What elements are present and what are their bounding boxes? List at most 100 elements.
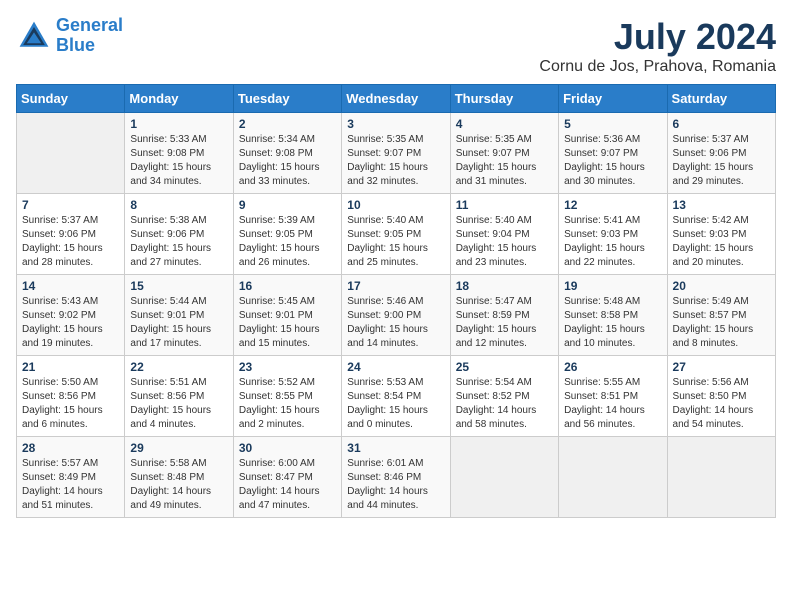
day-cell-3-4: 25 Sunrise: 5:54 AM Sunset: 8:52 PM Dayli…: [450, 356, 558, 437]
day-info: Sunrise: 5:54 AM Sunset: 8:52 PM Dayligh…: [456, 376, 553, 432]
day-cell-4-5: [559, 437, 667, 518]
logo: General Blue: [16, 16, 123, 56]
day-cell-4-1: 29 Sunrise: 5:58 AM Sunset: 8:48 PM Dayli…: [125, 437, 233, 518]
day-number: 24: [347, 360, 444, 374]
week-row-1: 1 Sunrise: 5:33 AM Sunset: 9:08 PM Daylig…: [17, 113, 776, 194]
day-number: 21: [22, 360, 119, 374]
day-cell-1-2: 9Sunrise: 5:39 AM Sunset: 9:05 PM Daylig…: [233, 194, 341, 275]
header-wednesday: Wednesday: [342, 85, 450, 113]
day-info: Sunrise: 5:35 AM Sunset: 9:07 PM Dayligh…: [347, 133, 444, 189]
header-saturday: Saturday: [667, 85, 775, 113]
day-info: Sunrise: 5:45 AM Sunset: 9:01 PM Dayligh…: [239, 295, 336, 351]
day-cell-2-4: 18Sunrise: 5:47 AM Sunset: 8:59 PM Dayli…: [450, 275, 558, 356]
logo-icon: [16, 18, 52, 54]
day-cell-3-6: 27 Sunrise: 5:56 AM Sunset: 8:50 PM Dayli…: [667, 356, 775, 437]
day-number: 29: [130, 441, 227, 455]
day-cell-0-2: 2 Sunrise: 5:34 AM Sunset: 9:08 PM Daylig…: [233, 113, 341, 194]
header-thursday: Thursday: [450, 85, 558, 113]
day-cell-2-0: 14Sunrise: 5:43 AM Sunset: 9:02 PM Dayli…: [17, 275, 125, 356]
day-cell-1-5: 12 Sunrise: 5:41 AM Sunset: 9:03 PM Dayli…: [559, 194, 667, 275]
day-info: Sunrise: 5:35 AM Sunset: 9:07 PM Dayligh…: [456, 133, 553, 189]
day-number: 22: [130, 360, 227, 374]
day-number: 13: [673, 198, 770, 212]
day-cell-1-4: 11 Sunrise: 5:40 AM Sunset: 9:04 PM Dayli…: [450, 194, 558, 275]
day-info: Sunrise: 5:55 AM Sunset: 8:51 PM Dayligh…: [564, 376, 661, 432]
day-number: 1: [130, 117, 227, 131]
day-info: Sunrise: 5:53 AM Sunset: 8:54 PM Dayligh…: [347, 376, 444, 432]
day-cell-4-2: 30Sunrise: 6:00 AM Sunset: 8:47 PM Dayli…: [233, 437, 341, 518]
day-cell-0-1: 1 Sunrise: 5:33 AM Sunset: 9:08 PM Daylig…: [125, 113, 233, 194]
day-cell-0-5: 5 Sunrise: 5:36 AM Sunset: 9:07 PM Daylig…: [559, 113, 667, 194]
day-info: Sunrise: 5:52 AM Sunset: 8:55 PM Dayligh…: [239, 376, 336, 432]
calendar-table: Sunday Monday Tuesday Wednesday Thursday…: [16, 84, 776, 518]
day-number: 23: [239, 360, 336, 374]
day-number: 4: [456, 117, 553, 131]
page-header: General Blue July 2024 Cornu de Jos, Pra…: [16, 16, 776, 76]
day-info: Sunrise: 5:40 AM Sunset: 9:04 PM Dayligh…: [456, 214, 553, 270]
day-number: 20: [673, 279, 770, 293]
day-cell-3-0: 21Sunrise: 5:50 AM Sunset: 8:56 PM Dayli…: [17, 356, 125, 437]
day-cell-4-0: 28 Sunrise: 5:57 AM Sunset: 8:49 PM Dayli…: [17, 437, 125, 518]
calendar-body: 1 Sunrise: 5:33 AM Sunset: 9:08 PM Daylig…: [17, 113, 776, 518]
day-info: Sunrise: 6:00 AM Sunset: 8:47 PM Dayligh…: [239, 457, 336, 513]
day-cell-1-1: 8 Sunrise: 5:38 AM Sunset: 9:06 PM Daylig…: [125, 194, 233, 275]
day-info: Sunrise: 5:41 AM Sunset: 9:03 PM Dayligh…: [564, 214, 661, 270]
week-row-4: 21Sunrise: 5:50 AM Sunset: 8:56 PM Dayli…: [17, 356, 776, 437]
day-number: 3: [347, 117, 444, 131]
day-cell-2-5: 19 Sunrise: 5:48 AM Sunset: 8:58 PM Dayli…: [559, 275, 667, 356]
week-row-2: 7 Sunrise: 5:37 AM Sunset: 9:06 PM Daylig…: [17, 194, 776, 275]
day-cell-1-6: 13Sunrise: 5:42 AM Sunset: 9:03 PM Dayli…: [667, 194, 775, 275]
day-number: 15: [130, 279, 227, 293]
calendar-title: July 2024: [539, 16, 776, 58]
day-number: 16: [239, 279, 336, 293]
day-cell-2-6: 20Sunrise: 5:49 AM Sunset: 8:57 PM Dayli…: [667, 275, 775, 356]
day-number: 5: [564, 117, 661, 131]
header-row: Sunday Monday Tuesday Wednesday Thursday…: [17, 85, 776, 113]
day-info: Sunrise: 5:40 AM Sunset: 9:05 PM Dayligh…: [347, 214, 444, 270]
day-number: 2: [239, 117, 336, 131]
day-number: 11: [456, 198, 553, 212]
day-cell-3-3: 24 Sunrise: 5:53 AM Sunset: 8:54 PM Dayli…: [342, 356, 450, 437]
day-number: 27: [673, 360, 770, 374]
day-number: 25: [456, 360, 553, 374]
calendar-subtitle: Cornu de Jos, Prahova, Romania: [539, 58, 776, 76]
day-info: Sunrise: 5:36 AM Sunset: 9:07 PM Dayligh…: [564, 133, 661, 189]
day-number: 6: [673, 117, 770, 131]
day-cell-2-1: 15 Sunrise: 5:44 AM Sunset: 9:01 PM Dayli…: [125, 275, 233, 356]
day-number: 17: [347, 279, 444, 293]
day-number: 10: [347, 198, 444, 212]
day-cell-4-3: 31 Sunrise: 6:01 AM Sunset: 8:46 PM Dayli…: [342, 437, 450, 518]
day-number: 28: [22, 441, 119, 455]
day-number: 26: [564, 360, 661, 374]
day-number: 7: [22, 198, 119, 212]
day-info: Sunrise: 5:44 AM Sunset: 9:01 PM Dayligh…: [130, 295, 227, 351]
logo-text: General Blue: [56, 16, 123, 56]
day-info: Sunrise: 5:56 AM Sunset: 8:50 PM Dayligh…: [673, 376, 770, 432]
day-cell-3-5: 26 Sunrise: 5:55 AM Sunset: 8:51 PM Dayli…: [559, 356, 667, 437]
day-cell-3-2: 23 Sunrise: 5:52 AM Sunset: 8:55 PM Dayli…: [233, 356, 341, 437]
day-info: Sunrise: 5:58 AM Sunset: 8:48 PM Dayligh…: [130, 457, 227, 513]
day-cell-2-2: 16 Sunrise: 5:45 AM Sunset: 9:01 PM Dayli…: [233, 275, 341, 356]
day-cell-1-3: 10 Sunrise: 5:40 AM Sunset: 9:05 PM Dayli…: [342, 194, 450, 275]
header-friday: Friday: [559, 85, 667, 113]
day-info: Sunrise: 5:33 AM Sunset: 9:08 PM Dayligh…: [130, 133, 227, 189]
day-info: Sunrise: 5:57 AM Sunset: 8:49 PM Dayligh…: [22, 457, 119, 513]
day-number: 19: [564, 279, 661, 293]
day-info: Sunrise: 5:38 AM Sunset: 9:06 PM Dayligh…: [130, 214, 227, 270]
day-cell-0-6: 6Sunrise: 5:37 AM Sunset: 9:06 PM Daylig…: [667, 113, 775, 194]
day-info: Sunrise: 5:48 AM Sunset: 8:58 PM Dayligh…: [564, 295, 661, 351]
day-number: 9: [239, 198, 336, 212]
day-info: Sunrise: 5:34 AM Sunset: 9:08 PM Dayligh…: [239, 133, 336, 189]
day-info: Sunrise: 6:01 AM Sunset: 8:46 PM Dayligh…: [347, 457, 444, 513]
day-cell-1-0: 7 Sunrise: 5:37 AM Sunset: 9:06 PM Daylig…: [17, 194, 125, 275]
day-number: 8: [130, 198, 227, 212]
day-info: Sunrise: 5:37 AM Sunset: 9:06 PM Dayligh…: [22, 214, 119, 270]
day-cell-2-3: 17Sunrise: 5:46 AM Sunset: 9:00 PM Dayli…: [342, 275, 450, 356]
day-number: 31: [347, 441, 444, 455]
header-monday: Monday: [125, 85, 233, 113]
day-number: 12: [564, 198, 661, 212]
week-row-3: 14Sunrise: 5:43 AM Sunset: 9:02 PM Dayli…: [17, 275, 776, 356]
day-cell-0-3: 3 Sunrise: 5:35 AM Sunset: 9:07 PM Daylig…: [342, 113, 450, 194]
day-cell-4-4: [450, 437, 558, 518]
day-info: Sunrise: 5:51 AM Sunset: 8:56 PM Dayligh…: [130, 376, 227, 432]
